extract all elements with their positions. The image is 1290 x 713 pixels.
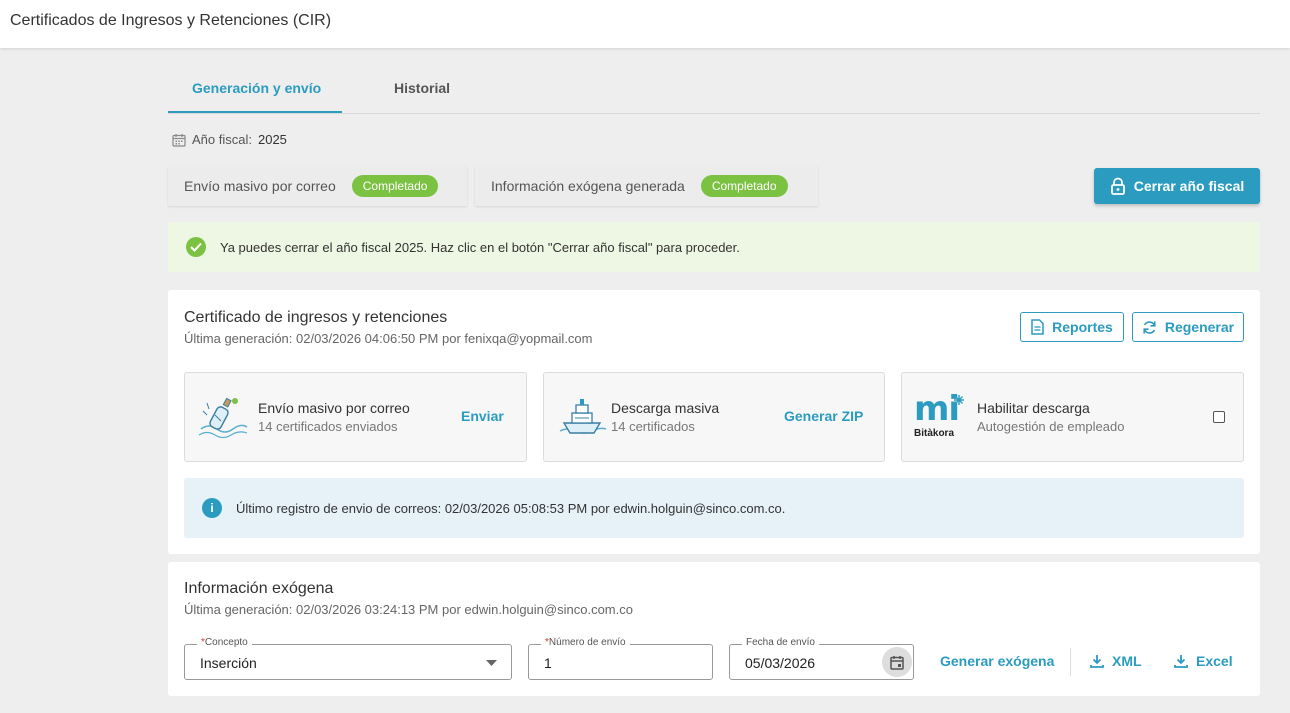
download-icon xyxy=(1174,655,1188,668)
info-icon: i xyxy=(202,498,222,518)
logo-main-text: mi xyxy=(914,389,960,429)
status-label: Información exógena generada xyxy=(491,178,685,194)
exogena-panel: Información exógena Última generación: 0… xyxy=(168,562,1260,696)
check-circle-icon xyxy=(186,237,206,257)
habilitar-descarga-checkbox[interactable] xyxy=(1213,411,1225,423)
info-bar: i Último registro de envio de correos: 0… xyxy=(184,478,1244,538)
fecha-envio-value: 05/03/2026 xyxy=(745,655,816,671)
status-badge: Completado xyxy=(700,175,788,197)
refresh-icon xyxy=(1143,320,1156,334)
regenerar-button[interactable]: Regenerar xyxy=(1132,312,1244,342)
calendar-icon xyxy=(172,133,186,147)
page-title: Certificados de Ingresos y Retenciones (… xyxy=(10,12,332,29)
fiscal-year: Año fiscal: 2025 xyxy=(172,132,287,147)
exogena-subtitle: Última generación: 02/03/2026 03:24:13 P… xyxy=(184,602,633,617)
tab-historial[interactable]: Historial xyxy=(394,80,450,96)
card-descarga-masiva: Descarga masiva 14 certificados Generar … xyxy=(543,372,885,462)
numero-envio-label: *Número de envío xyxy=(541,637,630,648)
download-icon xyxy=(1090,655,1104,668)
status-badge: Completado xyxy=(351,175,439,197)
reportes-button[interactable]: Reportes xyxy=(1020,312,1124,342)
status-label: Envío masivo por correo xyxy=(184,178,336,194)
tabs: Generación y envío Historial xyxy=(168,68,1260,114)
success-alert-text: Ya puedes cerrar el año fiscal 2025. Haz… xyxy=(220,239,740,255)
cir-subtitle: Última generación: 02/03/2026 04:06:50 P… xyxy=(184,331,593,346)
active-tab-indicator xyxy=(168,111,342,113)
calendar-icon xyxy=(890,655,904,670)
caret-down-icon xyxy=(486,660,497,666)
close-fiscal-year-label: Cerrar año fiscal xyxy=(1133,178,1245,194)
concepto-value: Inserción xyxy=(200,655,257,671)
card-subtitle: 14 certificados xyxy=(611,419,695,434)
generar-zip-link[interactable]: Generar ZIP xyxy=(784,408,863,424)
card-title: Descarga masiva xyxy=(611,400,720,416)
date-picker-button[interactable] xyxy=(882,647,912,677)
info-text: Último registro de envio de correos: 02/… xyxy=(236,500,786,516)
top-bar: Certificados de Ingresos y Retenciones (… xyxy=(0,0,1290,48)
numero-envio-field[interactable]: *Número de envío 1 xyxy=(528,637,713,680)
reportes-label: Reportes xyxy=(1052,319,1113,335)
concepto-label: *Concepto xyxy=(197,637,252,648)
ship-icon xyxy=(559,399,607,434)
cir-panel: Certificado de ingresos y retenciones Úl… xyxy=(168,290,1260,554)
fecha-envio-label: Fecha de envío xyxy=(742,637,819,648)
card-title: Habilitar descarga xyxy=(977,400,1090,416)
document-icon xyxy=(1031,319,1044,335)
card-subtitle: 14 certificados enviados xyxy=(258,419,398,434)
logo-sub-text: Bitàkora xyxy=(914,428,955,439)
generar-exogena-button[interactable]: Generar exógena xyxy=(940,653,1054,669)
numero-envio-value: 1 xyxy=(544,655,552,671)
close-fiscal-year-button[interactable]: Cerrar año fiscal xyxy=(1094,168,1260,204)
enviar-link[interactable]: Enviar xyxy=(461,408,504,424)
card-envio-masivo: Envío masivo por correo 14 certificados … xyxy=(184,372,527,462)
mail-bottle-icon xyxy=(198,397,248,439)
card-subtitle: Autogestión de empleado xyxy=(977,419,1125,434)
cir-title: Certificado de ingresos y retenciones xyxy=(184,309,448,326)
regenerar-label: Regenerar xyxy=(1164,319,1235,335)
mi-bitakora-logo: mi Bitàkora xyxy=(914,389,968,441)
divider xyxy=(1070,648,1071,676)
card-title: Envío masivo por correo xyxy=(258,400,410,416)
xml-button[interactable]: XML xyxy=(1090,653,1142,669)
status-envio-masivo: Envío masivo por correo Completado xyxy=(168,166,467,206)
excel-button[interactable]: Excel xyxy=(1174,653,1233,669)
fecha-envio-field[interactable]: Fecha de envío 05/03/2026 xyxy=(729,637,914,680)
concepto-select[interactable]: *Concepto Inserción xyxy=(184,637,512,680)
xml-label: XML xyxy=(1112,653,1142,669)
tab-generacion[interactable]: Generación y envío xyxy=(192,80,321,96)
fiscal-year-value: 2025 xyxy=(257,132,287,147)
exogena-title: Información exógena xyxy=(184,580,334,597)
success-alert: Ya puedes cerrar el año fiscal 2025. Haz… xyxy=(168,222,1260,272)
sparkle-icon xyxy=(954,395,964,405)
status-exogena: Información exógena generada Completado xyxy=(475,166,818,206)
generar-exogena-label: Generar exógena xyxy=(940,653,1055,669)
lock-icon xyxy=(1110,177,1125,195)
fiscal-year-label: Año fiscal: xyxy=(192,132,252,147)
card-habilitar-descarga: mi Bitàkora Habilitar descarga Autogesti… xyxy=(901,372,1244,462)
excel-label: Excel xyxy=(1196,653,1233,669)
